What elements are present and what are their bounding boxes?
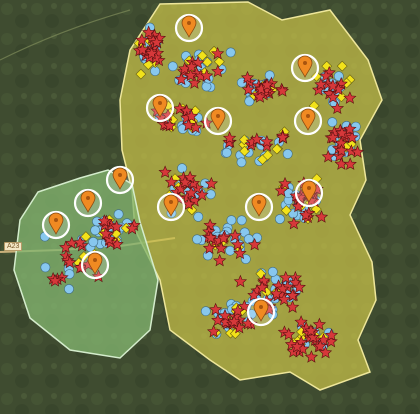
location-pin[interactable]	[290, 53, 320, 83]
pin-dot[interactable]	[257, 200, 261, 204]
blue-circle-marker[interactable]	[64, 284, 74, 294]
blue-circle-marker[interactable]	[226, 215, 237, 226]
blue-circle-marker[interactable]	[200, 306, 211, 317]
blue-circle-marker[interactable]	[177, 163, 187, 174]
pin-dot[interactable]	[118, 173, 122, 177]
blue-circle-marker[interactable]	[205, 189, 216, 200]
blue-circle-marker[interactable]	[40, 262, 51, 273]
pin-dot[interactable]	[216, 114, 220, 118]
map-view[interactable]: A23	[0, 0, 420, 414]
blue-circle-marker[interactable]	[150, 66, 160, 76]
location-pin[interactable]	[41, 210, 71, 240]
pin-dot[interactable]	[259, 305, 263, 309]
blue-circle-marker[interactable]	[193, 211, 204, 222]
blue-circle-marker[interactable]	[282, 148, 293, 159]
blue-circle-marker[interactable]	[264, 70, 275, 81]
location-pin[interactable]	[244, 192, 274, 222]
location-pin[interactable]	[105, 165, 135, 195]
blue-circle-marker[interactable]	[327, 117, 338, 128]
location-pin[interactable]	[246, 297, 276, 327]
pin-dot[interactable]	[158, 101, 162, 105]
location-pin[interactable]	[156, 192, 186, 222]
pin-dot[interactable]	[307, 186, 311, 190]
blue-circle-marker[interactable]	[225, 245, 235, 256]
map-canvas[interactable]	[0, 0, 420, 414]
blue-circle-marker[interactable]	[225, 47, 236, 58]
pin-dot[interactable]	[54, 218, 58, 222]
pin-dot[interactable]	[169, 200, 173, 204]
blue-circle-marker[interactable]	[274, 214, 285, 224]
location-pin[interactable]	[80, 250, 110, 280]
blue-circle-marker[interactable]	[88, 236, 99, 247]
pin-dot[interactable]	[93, 258, 97, 262]
location-pin[interactable]	[293, 106, 323, 136]
location-pin[interactable]	[73, 188, 103, 218]
location-pin[interactable]	[174, 13, 204, 43]
blue-circle-marker[interactable]	[236, 157, 247, 168]
location-pin[interactable]	[203, 106, 233, 136]
blue-circle-marker[interactable]	[113, 209, 124, 220]
location-pin[interactable]	[145, 93, 175, 123]
pin-dot[interactable]	[86, 196, 90, 200]
location-pin[interactable]	[294, 178, 324, 208]
pin-dot[interactable]	[306, 114, 310, 118]
blue-circle-marker[interactable]	[267, 266, 278, 277]
road-label-a23: A23	[4, 242, 23, 251]
pin-dot[interactable]	[187, 21, 191, 25]
blue-circle-marker[interactable]	[192, 234, 202, 245]
blue-circle-marker[interactable]	[243, 234, 254, 244]
blue-circle-marker[interactable]	[167, 61, 178, 72]
blue-circle-marker[interactable]	[221, 147, 232, 158]
blue-circle-marker[interactable]	[236, 215, 247, 226]
pin-dot[interactable]	[303, 61, 307, 65]
